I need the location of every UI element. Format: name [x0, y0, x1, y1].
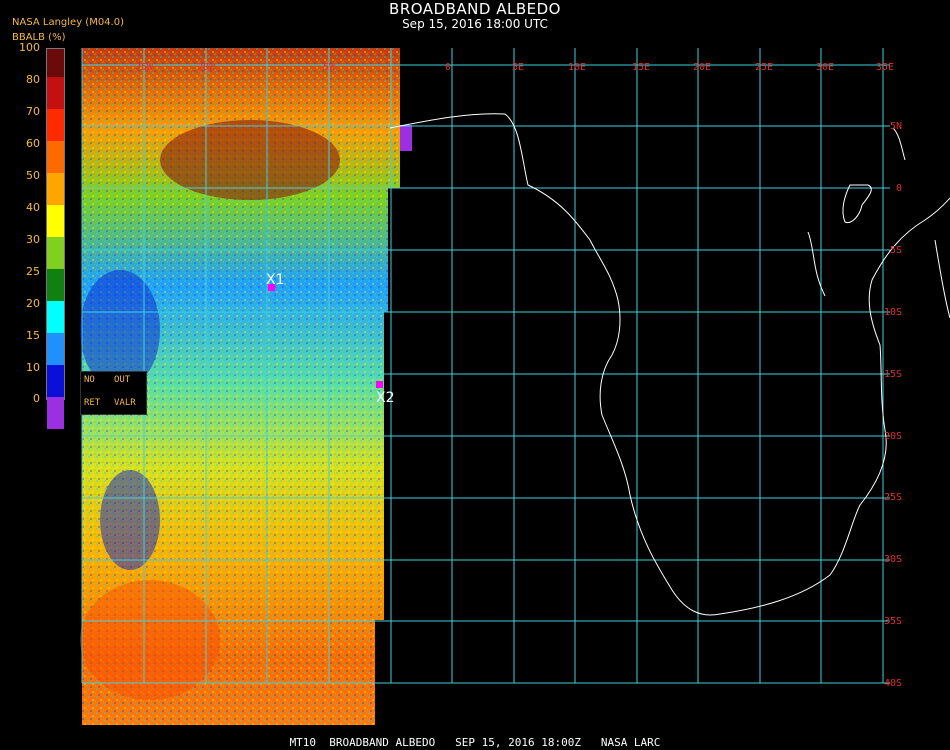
latitude-label: 5N	[890, 121, 902, 132]
latitude-label: 0	[896, 183, 902, 194]
latitude-label: 5S	[890, 245, 902, 256]
longitude-label: 5E	[512, 62, 524, 73]
longitude-label: 0	[445, 62, 451, 73]
legend-no: NO	[84, 375, 95, 385]
longitude-label: 10E	[568, 62, 586, 73]
latitude-label: 35S	[884, 616, 902, 627]
marker-x1-label: X1	[266, 272, 285, 288]
marker-x2-label: X2	[376, 390, 395, 406]
longitude-label: 5W	[323, 62, 336, 73]
latitude-label: 10S	[884, 307, 902, 318]
footer-caption: MT10 BROADBAND ALBEDO SEP 15, 2016 18:00…	[289, 736, 661, 749]
marker-x2: X2	[376, 381, 395, 406]
longitude-label: 30E	[816, 62, 834, 73]
marker-x2-square	[376, 381, 383, 388]
legend-ret: RET	[84, 398, 101, 408]
coastline	[389, 113, 950, 616]
longitude-label: 35E	[876, 62, 894, 73]
longitude-label: 25W	[135, 62, 154, 73]
latitude-label: 20S	[884, 431, 902, 442]
longitude-label: 15E	[632, 62, 650, 73]
latitude-label: 15S	[884, 369, 902, 380]
latitude-label: 40S	[884, 678, 902, 689]
flag-legend-box: NO OUT RET VALR	[80, 371, 147, 415]
latitude-labels: 5N 0 5S 10S 15S 20S 25S 30S 35S 40S	[884, 121, 902, 689]
legend-out: OUT	[114, 375, 131, 385]
longitude-label: 20W	[197, 62, 216, 73]
latitude-label: 30S	[884, 554, 902, 565]
longitude-label: 25E	[755, 62, 773, 73]
longitude-label: 20E	[693, 62, 711, 73]
latitude-label: 25S	[884, 492, 902, 503]
legend-valr: VALR	[114, 398, 136, 408]
